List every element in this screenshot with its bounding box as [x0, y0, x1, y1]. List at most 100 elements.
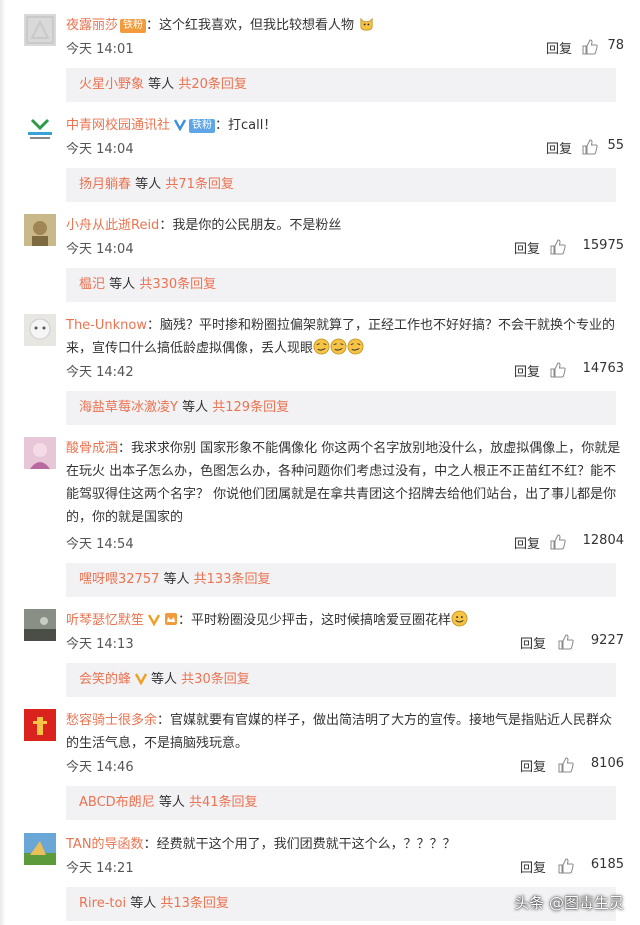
fan-badge: 铁粉 — [189, 119, 216, 133]
reply-button[interactable]: 回复 — [520, 756, 546, 775]
avatar[interactable] — [24, 214, 56, 246]
sub-reply-suffix: 等人 — [151, 672, 178, 687]
reply-button[interactable]: 回复 — [520, 633, 546, 652]
comment-username[interactable]: 酸骨成酒 — [66, 441, 118, 456]
comment-item: 酸骨成酒：我求求你别 国家形象不能偶像化 你这两个名字放别地没什么，放虚拟偶像上… — [24, 437, 624, 597]
avatar[interactable] — [24, 609, 56, 641]
sub-reply-total[interactable]: 共20条回复 — [178, 77, 247, 92]
reply-button[interactable]: 回复 — [546, 38, 572, 57]
comment-item: 夜露丽莎 铁粉 ：这个红我喜欢，但我比较想看人物 今天 14:01 回复 78 火星… — [24, 14, 624, 102]
thumbs-up-icon — [550, 239, 566, 255]
comment-time: 今天 14:42 — [66, 365, 134, 380]
sub-replies-link[interactable]: 海盐草莓冰激凌Y 等人 共129条回复 — [66, 391, 616, 425]
comment-text: ：平时粉圈没见少抨击，这时候搞啥爱豆圈花样 — [178, 613, 452, 628]
comment-meta: 今天 14:21 回复 6185 — [66, 857, 624, 877]
comment-time: 今天 14:04 — [66, 242, 134, 257]
comment-time: 今天 14:04 — [66, 142, 134, 157]
reply-button[interactable]: 回复 — [514, 238, 540, 257]
comment-body: TAN的导函数：经费就干这个用了，我们团费就干这个么，？？？？ — [66, 833, 624, 856]
like-count: 6185 — [590, 857, 624, 872]
comment-meta: 今天 14:46 回复 8106 — [66, 756, 624, 776]
page-edge-shadow — [0, 0, 6, 925]
comment-body: 愁容骑士很多余：官媒就要有官媒的样子，做出简洁明了大方的宣传。接地气是指贴近人民… — [66, 709, 624, 755]
sub-reply-user[interactable]: 会笑的蜂 — [79, 672, 131, 687]
thumbs-up-icon — [550, 534, 566, 550]
comment-username[interactable]: 听琴瑟忆默笙 — [66, 613, 144, 628]
sub-reply-total[interactable]: 共330条回复 — [139, 277, 216, 292]
comment-time: 今天 14:46 — [66, 760, 134, 775]
sub-reply-suffix: 等人 — [182, 400, 209, 415]
sub-reply-total[interactable]: 共71条回复 — [165, 177, 234, 192]
cat-emoji-icon — [360, 17, 373, 31]
comment-body: 酸骨成酒：我求求你别 国家形象不能偶像化 你这两个名字放别地没什么，放虚拟偶像上… — [66, 437, 624, 529]
like-button[interactable]: 55 — [582, 138, 624, 158]
like-button[interactable]: 14763 — [550, 361, 624, 381]
sub-reply-user[interactable]: 海盐草莓冰激凌Y — [79, 400, 178, 415]
comment-meta: 今天 14:04 回复 55 — [66, 138, 624, 158]
comment-meta: 今天 14:04 回复 15975 — [66, 238, 624, 258]
comment-meta: 今天 14:54 回复 12804 — [66, 533, 624, 553]
sub-reply-user[interactable]: 扬月躺春 — [79, 177, 131, 192]
sub-reply-suffix: 等人 — [148, 77, 175, 92]
thumbs-up-icon — [550, 362, 566, 378]
sub-replies-link[interactable]: ABCD布朗尼 等人 共41条回复 — [66, 786, 616, 820]
like-button[interactable]: 6185 — [558, 857, 624, 877]
like-button[interactable]: 15975 — [550, 238, 624, 258]
smug-face-emoji-icon — [330, 338, 347, 355]
sub-reply-total[interactable]: 共129条回复 — [212, 400, 289, 415]
sub-replies-link[interactable]: 火星小野象 等人 共20条回复 — [66, 68, 616, 102]
sub-reply-total[interactable]: 共133条回复 — [194, 572, 271, 587]
reply-button[interactable]: 回复 — [514, 533, 540, 552]
sub-reply-user[interactable]: 嘿呀喂32757 — [79, 572, 159, 587]
like-button[interactable]: 12804 — [550, 533, 624, 553]
avatar[interactable] — [24, 709, 56, 741]
like-count: 55 — [607, 138, 624, 153]
sub-reply-total[interactable]: 共13条回复 — [160, 896, 229, 911]
sub-reply-user[interactable]: Rire-toi — [79, 896, 126, 911]
comment-text: ：这个红我喜欢，但我比较想看人物 — [146, 18, 355, 33]
avatar[interactable] — [24, 833, 56, 865]
sub-reply-user[interactable]: ABCD布朗尼 — [79, 795, 155, 810]
comment-meta: 今天 14:13 回复 9227 — [66, 633, 624, 653]
comment-body: 小舟从此逝Reid：我是你的公民朋友。不是粉丝 — [66, 214, 624, 237]
sub-reply-user[interactable]: 榅汜 — [79, 277, 105, 292]
reply-button[interactable]: 回复 — [514, 361, 540, 380]
comment-username[interactable]: The-Unknow — [66, 318, 147, 333]
thumbs-up-icon — [558, 757, 574, 773]
comment-username[interactable]: 夜露丽莎 — [66, 18, 118, 33]
sub-replies-link[interactable]: 扬月躺春 等人 共71条回复 — [66, 168, 616, 202]
like-button[interactable]: 9227 — [558, 633, 624, 653]
verified-v-icon — [173, 119, 187, 131]
reply-button[interactable]: 回复 — [546, 138, 572, 157]
sub-reply-total[interactable]: 共30条回复 — [181, 672, 250, 687]
comment-item: The-Unknow：脑残？平时掺和粉圈拉偏架就算了，正经工作也不好好搞？不会干… — [24, 314, 624, 426]
sub-replies-link[interactable]: 嘿呀喂32757 等人 共133条回复 — [66, 563, 616, 597]
sub-reply-total[interactable]: 共41条回复 — [189, 795, 258, 810]
sub-replies-link[interactable]: 榅汜 等人 共330条回复 — [66, 268, 616, 302]
avatar[interactable] — [24, 14, 56, 46]
reply-button[interactable]: 回复 — [520, 857, 546, 876]
verified-v-icon — [134, 673, 148, 685]
comment-item: 中青网校园通讯社 铁粉 ：打call！ 今天 14:04 回复 55 扬月躺春 等人… — [24, 114, 624, 202]
sub-replies-link[interactable]: 会笑的蜂 等人 共30条回复 — [66, 663, 616, 697]
like-button[interactable]: 8106 — [558, 756, 624, 776]
sub-reply-suffix: 等人 — [163, 572, 190, 587]
thumbs-up-icon — [582, 139, 598, 155]
comment-body: 夜露丽莎 铁粉 ：这个红我喜欢，但我比较想看人物 — [66, 14, 624, 37]
like-button[interactable]: 78 — [582, 38, 624, 58]
sub-reply-user[interactable]: 火星小野象 — [79, 77, 144, 92]
verified-v-icon — [147, 614, 161, 626]
comment-username[interactable]: TAN的导函数 — [66, 837, 144, 852]
avatar[interactable] — [24, 437, 56, 469]
comment-time: 今天 14:54 — [66, 537, 134, 552]
comment-username[interactable]: 小舟从此逝Reid — [66, 218, 159, 233]
like-count: 8106 — [590, 756, 624, 771]
smug-face-emoji-icon — [347, 338, 364, 355]
comment-time: 今天 14:01 — [66, 42, 134, 57]
comment-username[interactable]: 中青网校园通讯社 — [66, 118, 170, 133]
avatar[interactable] — [24, 314, 56, 346]
thumbs-up-icon — [582, 39, 598, 55]
comment-text: ：打call！ — [215, 118, 277, 133]
avatar[interactable] — [24, 114, 56, 146]
comment-username[interactable]: 愁容骑士很多余 — [66, 713, 157, 728]
